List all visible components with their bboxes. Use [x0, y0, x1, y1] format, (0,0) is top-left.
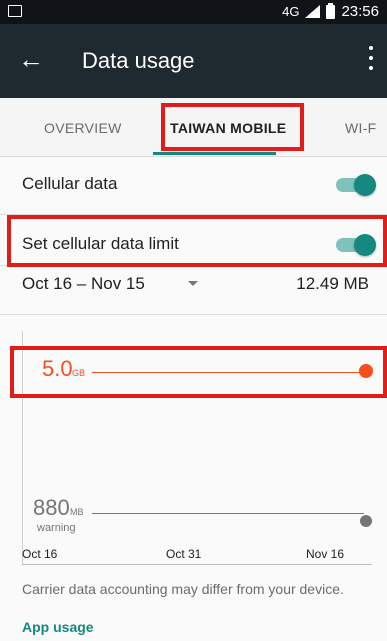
limit-line[interactable] [92, 372, 364, 373]
cellular-data-toggle[interactable] [336, 174, 376, 196]
network-type: 4G [282, 4, 300, 19]
warning-value: 880 [33, 495, 70, 520]
x-label-end: Nov 16 [306, 547, 345, 561]
app-bar: ← Data usage [0, 24, 387, 98]
tab-wifi[interactable]: WI-F [345, 120, 377, 136]
x-label-start: Oct 16 [22, 547, 58, 561]
cycle-usage: 12.49 MB [296, 274, 369, 293]
more-vert-icon[interactable] [367, 46, 375, 70]
divider [0, 214, 387, 215]
status-icons: 4G 23:56 [282, 2, 379, 20]
divider [0, 314, 387, 315]
tab-indicator [153, 152, 276, 155]
arrow-back-icon[interactable]: ← [18, 44, 44, 74]
battery-icon [326, 2, 336, 19]
sim-icon [8, 5, 22, 17]
warning-unit: MB [70, 507, 84, 517]
chart-left-axis [22, 331, 23, 564]
data-limit-toggle[interactable] [336, 234, 376, 256]
tab-overview[interactable]: OVERVIEW [44, 120, 122, 136]
page-title: Data usage [82, 48, 195, 73]
clock: 23:56 [341, 3, 379, 20]
warning-drag-handle[interactable] [360, 515, 372, 527]
limit-unit: GB [72, 368, 86, 378]
signal-icon [305, 5, 321, 18]
data-limit-label: Set cellular data limit [22, 234, 179, 253]
chart-baseline [22, 564, 372, 565]
x-label-mid: Oct 31 [166, 547, 202, 561]
status-bar: 4G 23:56 [0, 0, 387, 24]
tab-bar: OVERVIEW TAIWAN MOBILE WI-F [0, 98, 387, 157]
carrier-note: Carrier data accounting may differ from … [22, 581, 344, 597]
tab-taiwan-mobile[interactable]: TAIWAN MOBILE [170, 120, 286, 136]
warning-label: warning [37, 522, 76, 534]
limit-value: 5.0 [42, 356, 73, 381]
divider [0, 265, 387, 266]
cycle-range[interactable]: Oct 16 – Nov 15 [22, 274, 145, 294]
app-usage-header: App usage [22, 619, 94, 635]
warning-line[interactable] [92, 513, 364, 514]
limit-drag-handle[interactable] [359, 364, 373, 378]
dropdown-caret-icon[interactable] [188, 281, 198, 286]
cellular-data-label: Cellular data [22, 174, 118, 193]
